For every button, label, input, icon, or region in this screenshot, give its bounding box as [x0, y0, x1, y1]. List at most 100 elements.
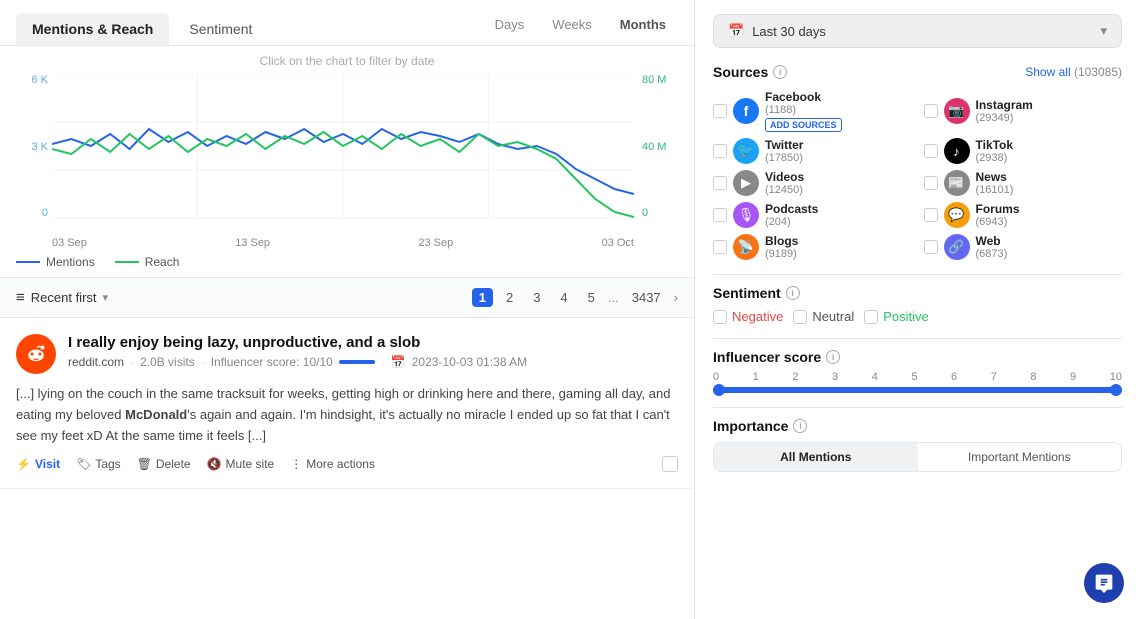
source-checkbox-videos[interactable] [713, 176, 727, 190]
time-btn-days[interactable]: Days [483, 12, 537, 37]
importance-title: Importance i [713, 418, 1122, 434]
sentiment-checkbox-negative[interactable] [713, 310, 727, 324]
mention-text-bold: McDonald [125, 407, 187, 422]
source-checkbox-facebook[interactable] [713, 104, 727, 118]
influencer-score-section: Influencer score i 0 1 2 3 4 5 6 7 8 9 1… [713, 349, 1122, 393]
importance-tab-all-mentions[interactable]: All Mentions [714, 443, 918, 471]
range-thumb-left[interactable] [713, 384, 725, 396]
source-checkbox-news[interactable] [924, 176, 938, 190]
source-info-tiktok: TikTok (2938) [976, 138, 1014, 164]
page-5[interactable]: 5 [581, 288, 602, 307]
sort-button[interactable]: ≡ Recent first ▾ [16, 289, 108, 306]
mute-icon: 🔇 [207, 457, 222, 471]
date-picker-button[interactable]: 📅 Last 30 days ▾ [713, 14, 1122, 48]
source-blogs: 📡 Blogs (9189) [713, 234, 912, 260]
influencer-info-icon[interactable]: i [826, 350, 840, 364]
sentiment-section: Sentiment i Negative Neutral Positive [713, 285, 1122, 324]
range-thumb-right[interactable] [1110, 384, 1122, 396]
blogs-icon: 📡 [733, 234, 759, 260]
sentiment-options: Negative Neutral Positive [713, 309, 1122, 324]
page-3[interactable]: 3 [526, 288, 547, 307]
source-info-videos: Videos (12450) [765, 170, 804, 196]
visit-button[interactable]: ⚡ Visit [16, 457, 60, 471]
mention-actions: ⚡ Visit 🏷 Tags 🗑 Delete 🔇 Mute site ⋮ Mo… [16, 456, 678, 472]
divider-influencer [713, 407, 1122, 408]
source-checkbox-instagram[interactable] [924, 104, 938, 118]
legend-mentions: Mentions [16, 255, 95, 269]
mute-site-button[interactable]: 🔇 Mute site [207, 457, 275, 471]
calendar-icon: 📅 [728, 23, 744, 39]
sentiment-info-icon[interactable]: i [786, 286, 800, 300]
y-axis-right: 80 M 40 M 0 [638, 74, 678, 219]
tab-mentions-reach[interactable]: Mentions & Reach [16, 13, 169, 45]
source-checkbox-twitter[interactable] [713, 144, 727, 158]
time-btn-weeks[interactable]: Weeks [540, 12, 604, 37]
source-checkbox-blogs[interactable] [713, 240, 727, 254]
avatar [16, 334, 56, 374]
importance-tabs: All Mentions Important Mentions [713, 442, 1122, 472]
legend-reach: Reach [115, 255, 180, 269]
chart-container[interactable]: 6 K 3 K 0 80 M 40 M 0 [16, 74, 678, 249]
page-1[interactable]: 1 [472, 288, 493, 307]
page-last[interactable]: 3437 [625, 288, 668, 307]
importance-info-icon[interactable]: i [793, 419, 807, 433]
source-info-blogs: Blogs (9189) [765, 234, 798, 260]
time-btn-months[interactable]: Months [608, 12, 678, 37]
sentiment-checkbox-positive[interactable] [864, 310, 878, 324]
more-icon: ⋮ [290, 457, 302, 471]
chevron-down-icon: ▾ [103, 291, 109, 304]
podcasts-icon: 🎙 [733, 202, 759, 228]
source-checkbox-web[interactable] [924, 240, 938, 254]
next-page-arrow[interactable]: › [674, 290, 678, 305]
sentiment-neutral[interactable]: Neutral [793, 309, 854, 324]
source-instagram: 📷 Instagram (29349) [924, 90, 1123, 132]
left-panel: Mentions & Reach Sentiment Days Weeks Mo… [0, 0, 695, 619]
show-all-link[interactable]: Show all (103085) [1025, 65, 1122, 79]
add-sources-btn[interactable]: ADD SOURCES [765, 118, 842, 132]
sentiment-positive[interactable]: Positive [864, 309, 929, 324]
mention-title[interactable]: I really enjoy being lazy, unproductive,… [68, 334, 678, 351]
page-4[interactable]: 4 [553, 288, 574, 307]
sentiment-negative[interactable]: Negative [713, 309, 783, 324]
tiktok-icon: ♪ [944, 138, 970, 164]
calendar-icon: 📅 [391, 355, 406, 369]
tags-button[interactable]: 🏷 Tags [76, 457, 121, 471]
influencer-range-track[interactable] [713, 387, 1122, 393]
source-checkbox-podcasts[interactable] [713, 208, 727, 222]
tab-sentiment[interactable]: Sentiment [173, 13, 268, 45]
source-checkbox-tiktok[interactable] [924, 144, 938, 158]
source-info-podcasts: Podcasts (204) [765, 202, 818, 228]
sort-bar: ≡ Recent first ▾ 1 2 3 4 5 ... 3437 › [0, 277, 694, 318]
mention-site: reddit.com [68, 355, 124, 369]
score-labels: 0 1 2 3 4 5 6 7 8 9 10 [713, 371, 1122, 383]
sources-grid: f Facebook (1188) ADD SOURCES 📷 Instagra… [713, 90, 1122, 260]
trash-icon: 🗑 [137, 457, 152, 471]
influencer-score-title: Influencer score i [713, 349, 1122, 365]
source-info-web: Web (6873) [976, 234, 1008, 260]
forums-icon: 💬 [944, 202, 970, 228]
lightning-icon: ⚡ [16, 457, 31, 471]
pagination: 1 2 3 4 5 ... 3437 › [472, 288, 678, 307]
importance-tab-important-mentions[interactable]: Important Mentions [918, 443, 1122, 471]
chart-svg[interactable] [52, 74, 634, 219]
more-actions-button[interactable]: ⋮ More actions [290, 457, 375, 471]
sentiment-checkbox-neutral[interactable] [793, 310, 807, 324]
sort-label: Recent first [31, 290, 97, 305]
mention-text: [...] lying on the couch in the same tra… [16, 384, 678, 446]
sources-info-icon[interactable]: i [773, 65, 787, 79]
chart-area: Click on the chart to filter by date 6 K… [0, 46, 694, 277]
date-picker-label: Last 30 days [752, 24, 826, 39]
divider-sources [713, 274, 1122, 275]
delete-button[interactable]: 🗑 Delete [137, 457, 191, 471]
x-axis: 03 Sep 13 Sep 23 Sep 03 Oct [52, 237, 634, 249]
mention-checkbox[interactable] [662, 456, 678, 472]
source-info-news: News (16101) [976, 170, 1014, 196]
score-bar [339, 360, 375, 364]
source-info-instagram: Instagram (29349) [976, 98, 1033, 124]
page-2[interactable]: 2 [499, 288, 520, 307]
sources-header: Sources i Show all (103085) [713, 64, 1122, 80]
chat-support-button[interactable] [1084, 563, 1124, 603]
chevron-down-icon: ▾ [1100, 23, 1107, 39]
source-checkbox-forums[interactable] [924, 208, 938, 222]
tag-icon: 🏷 [76, 457, 91, 471]
